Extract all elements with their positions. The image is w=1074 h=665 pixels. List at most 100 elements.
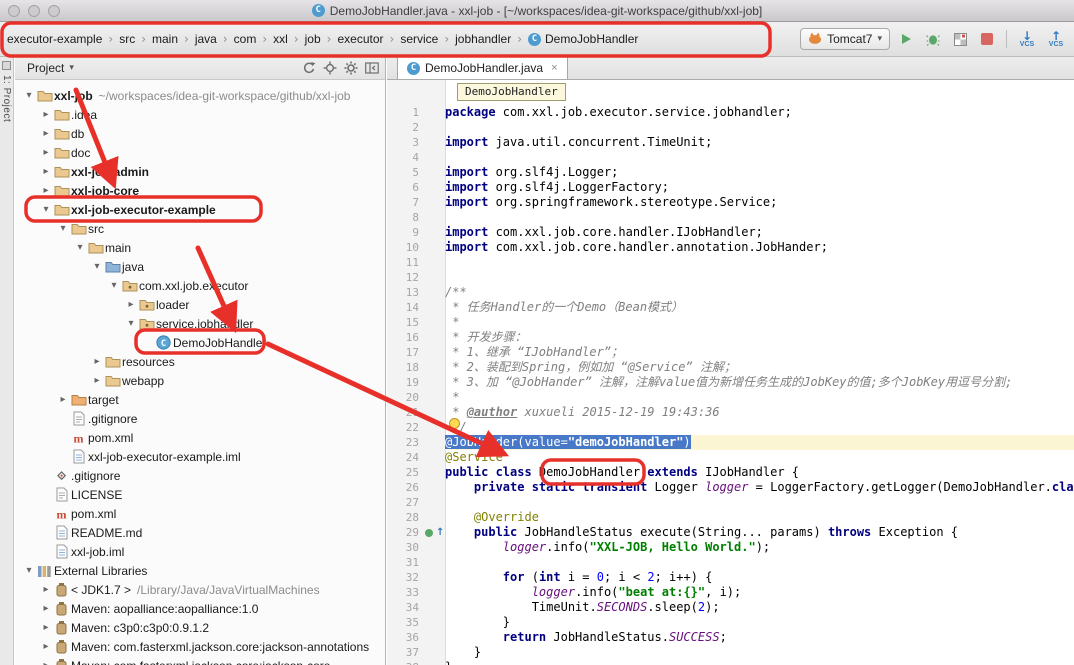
chevron-down-icon[interactable]: ▾ (74, 242, 86, 253)
code-line[interactable]: 25public class DemoJobHandler extends IJ… (387, 465, 1074, 480)
code-line[interactable]: 11 (387, 255, 1074, 270)
code-line[interactable]: 9import com.xxl.job.core.handler.IJobHan… (387, 225, 1074, 240)
code-line[interactable]: 14 * 任务Handler的一个Demo（Bean模式） (387, 300, 1074, 315)
code-line[interactable]: 6import org.slf4j.LoggerFactory; (387, 180, 1074, 195)
code-line[interactable]: 4 (387, 150, 1074, 165)
sync-icon[interactable] (302, 61, 316, 75)
chevron-right-icon[interactable]: ▸ (40, 147, 52, 158)
tool-window-switcher-icon[interactable] (2, 61, 11, 70)
code-line[interactable]: 31 (387, 555, 1074, 570)
tree-item-license[interactable]: LICENSE (15, 485, 385, 504)
code-line[interactable]: 15 * (387, 315, 1074, 330)
code-line[interactable]: 3import java.util.concurrent.TimeUnit; (387, 135, 1074, 150)
breadcrumb-item[interactable]: job (303, 32, 323, 46)
breadcrumb-item[interactable]: jobhandler (453, 32, 513, 46)
chevron-right-icon[interactable]: ▸ (91, 375, 103, 386)
chevron-right-icon[interactable]: ▸ (125, 299, 137, 310)
code-line[interactable]: 32 for (int i = 0; i < 2; i++) { (387, 570, 1074, 585)
code-line[interactable]: 36 return JobHandleStatus.SUCCESS; (387, 630, 1074, 645)
tree-item-xxl-job[interactable]: ▾xxl-job~/workspaces/idea-git-workspace/… (15, 86, 385, 105)
code-line[interactable]: 22 */ (387, 420, 1074, 435)
code-line[interactable]: 20 * (387, 390, 1074, 405)
vcs-commit-button[interactable]: ↑VCS (1044, 31, 1068, 48)
tree-item-maven-com-fasterxml-jackson-core-jackson-annotations[interactable]: ▸Maven: com.fasterxml.jackson.core:jacks… (15, 637, 385, 656)
code-line[interactable]: 17 * 1、继承 “IJobHandler”； (387, 345, 1074, 360)
chevron-right-icon[interactable]: ▸ (40, 185, 52, 196)
project-tool-window-button[interactable]: 1: Project (1, 75, 12, 122)
tree-item-webapp[interactable]: ▸webapp (15, 371, 385, 390)
tree-item-db[interactable]: ▸db (15, 124, 385, 143)
chevron-right-icon[interactable]: ▸ (40, 603, 52, 614)
chevron-right-icon[interactable]: ▸ (40, 641, 52, 652)
override-method-icon[interactable]: ↑ (436, 527, 444, 538)
tree-item-maven-com-fasterxml-jackson-core-jackson-core[interactable]: ▸Maven: com.fasterxml.jackson.core:jacks… (15, 656, 385, 665)
scroll-to-source-icon[interactable] (323, 61, 337, 75)
tree-item-service-jobhandler[interactable]: ▾service.jobhandler (15, 314, 385, 333)
context-chip[interactable]: DemoJobHandler (457, 83, 566, 101)
code-line[interactable]: 23@JobHander(value="demoJobHandler") (387, 435, 1074, 450)
breadcrumb-item[interactable]: CDemoJobHandler (526, 32, 640, 46)
chevron-right-icon[interactable]: ▸ (40, 660, 52, 665)
code-line[interactable]: 7import org.springframework.stereotype.S… (387, 195, 1074, 210)
chevron-down-icon[interactable]: ▾ (40, 204, 52, 215)
code-line[interactable]: 37 } (387, 645, 1074, 660)
code-line[interactable]: 21 * @author xuxueli 2015-12-19 19:43:36 (387, 405, 1074, 420)
chevron-right-icon[interactable]: ▸ (57, 394, 69, 405)
breadcrumb-item[interactable]: com (232, 32, 259, 46)
code-line[interactable]: 18 * 2、装配到Spring，例如加 “@Service” 注解； (387, 360, 1074, 375)
tree-item-xxl-job-core[interactable]: ▸xxl-job-core (15, 181, 385, 200)
tree-item-readme-md[interactable]: README.md (15, 523, 385, 542)
code-line[interactable]: 34 TimeUnit.SECONDS.sleep(2); (387, 600, 1074, 615)
stop-button[interactable] (976, 28, 998, 50)
code-line[interactable]: 10import com.xxl.job.core.handler.annota… (387, 240, 1074, 255)
tree-item-jdk1-7[interactable]: ▸< JDK1.7 >/Library/Java/JavaVirtualMach… (15, 580, 385, 599)
chevron-down-icon[interactable]: ▾ (23, 565, 35, 576)
code-line[interactable]: 27 (387, 495, 1074, 510)
gear-icon[interactable] (344, 61, 358, 75)
chevron-down-icon[interactable]: ▾ (57, 223, 69, 234)
chevron-right-icon[interactable]: ▸ (40, 622, 52, 633)
tree-item-gitignore[interactable]: .gitignore (15, 409, 385, 428)
tree-item-xxl-job-admin[interactable]: ▸xxl-job-admin (15, 162, 385, 181)
close-tab-icon[interactable]: × (551, 62, 557, 74)
code-line[interactable]: 19 * 3、加 “@JobHander” 注解，注解value值为新增任务生成… (387, 375, 1074, 390)
vcs-update-button[interactable]: ↓VCS (1015, 31, 1039, 48)
code-line[interactable]: 2 (387, 120, 1074, 135)
close-window-icon[interactable] (8, 5, 20, 17)
code-line[interactable]: 38} (387, 660, 1074, 665)
intention-bulb-icon[interactable] (449, 418, 460, 429)
breadcrumb-item[interactable]: service (398, 32, 440, 46)
chevron-right-icon[interactable]: ▸ (40, 109, 52, 120)
tree-item-xxl-job-iml[interactable]: xxl-job.iml (15, 542, 385, 561)
tree-item-maven-aopalliance-aopalliance-1-0[interactable]: ▸Maven: aopalliance:aopalliance:1.0 (15, 599, 385, 618)
tree-item-main[interactable]: ▾main (15, 238, 385, 257)
tree-item-resources[interactable]: ▸resources (15, 352, 385, 371)
code-line[interactable]: 24@Service (387, 450, 1074, 465)
chevron-down-icon[interactable]: ▾ (108, 280, 120, 291)
tree-item-java[interactable]: ▾java (15, 257, 385, 276)
tree-item-com-xxl-job-executor[interactable]: ▾com.xxl.job.executor (15, 276, 385, 295)
tree-item-gitignore[interactable]: .gitignore (15, 466, 385, 485)
code-line[interactable]: 29↑ public JobHandleStatus execute(Strin… (387, 525, 1074, 540)
chevron-right-icon[interactable]: ▸ (40, 166, 52, 177)
tree-item-xxl-job-executor-example-iml[interactable]: xxl-job-executor-example.iml (15, 447, 385, 466)
code-line[interactable]: 1package com.xxl.job.executor.service.jo… (387, 105, 1074, 120)
tree-item-pom-xml[interactable]: mpom.xml (15, 504, 385, 523)
run-marker-icon[interactable] (425, 529, 433, 537)
hide-panel-icon[interactable] (365, 62, 379, 74)
project-view-selector[interactable]: Project ▾ (27, 61, 74, 75)
chevron-down-icon[interactable]: ▾ (125, 318, 137, 329)
code-line[interactable]: 28 @Override (387, 510, 1074, 525)
chevron-down-icon[interactable]: ▾ (91, 261, 103, 272)
breadcrumb-item[interactable]: main (150, 32, 180, 46)
tree-item-idea[interactable]: ▸.idea (15, 105, 385, 124)
code-line[interactable]: 30 logger.info("XXL-JOB, Hello World."); (387, 540, 1074, 555)
run-config-selector[interactable]: Tomcat7 ▾ (800, 28, 890, 50)
breadcrumb-item[interactable]: executor-example (5, 32, 104, 46)
chevron-right-icon[interactable]: ▸ (91, 356, 103, 367)
breadcrumb-item[interactable]: src (117, 32, 137, 46)
code-line[interactable]: 16 * 开发步骤： (387, 330, 1074, 345)
chevron-down-icon[interactable]: ▾ (23, 90, 35, 101)
code-line[interactable]: 26 private static transient Logger logge… (387, 480, 1074, 495)
tree-item-xxl-job-executor-example[interactable]: ▾xxl-job-executor-example (15, 200, 385, 219)
